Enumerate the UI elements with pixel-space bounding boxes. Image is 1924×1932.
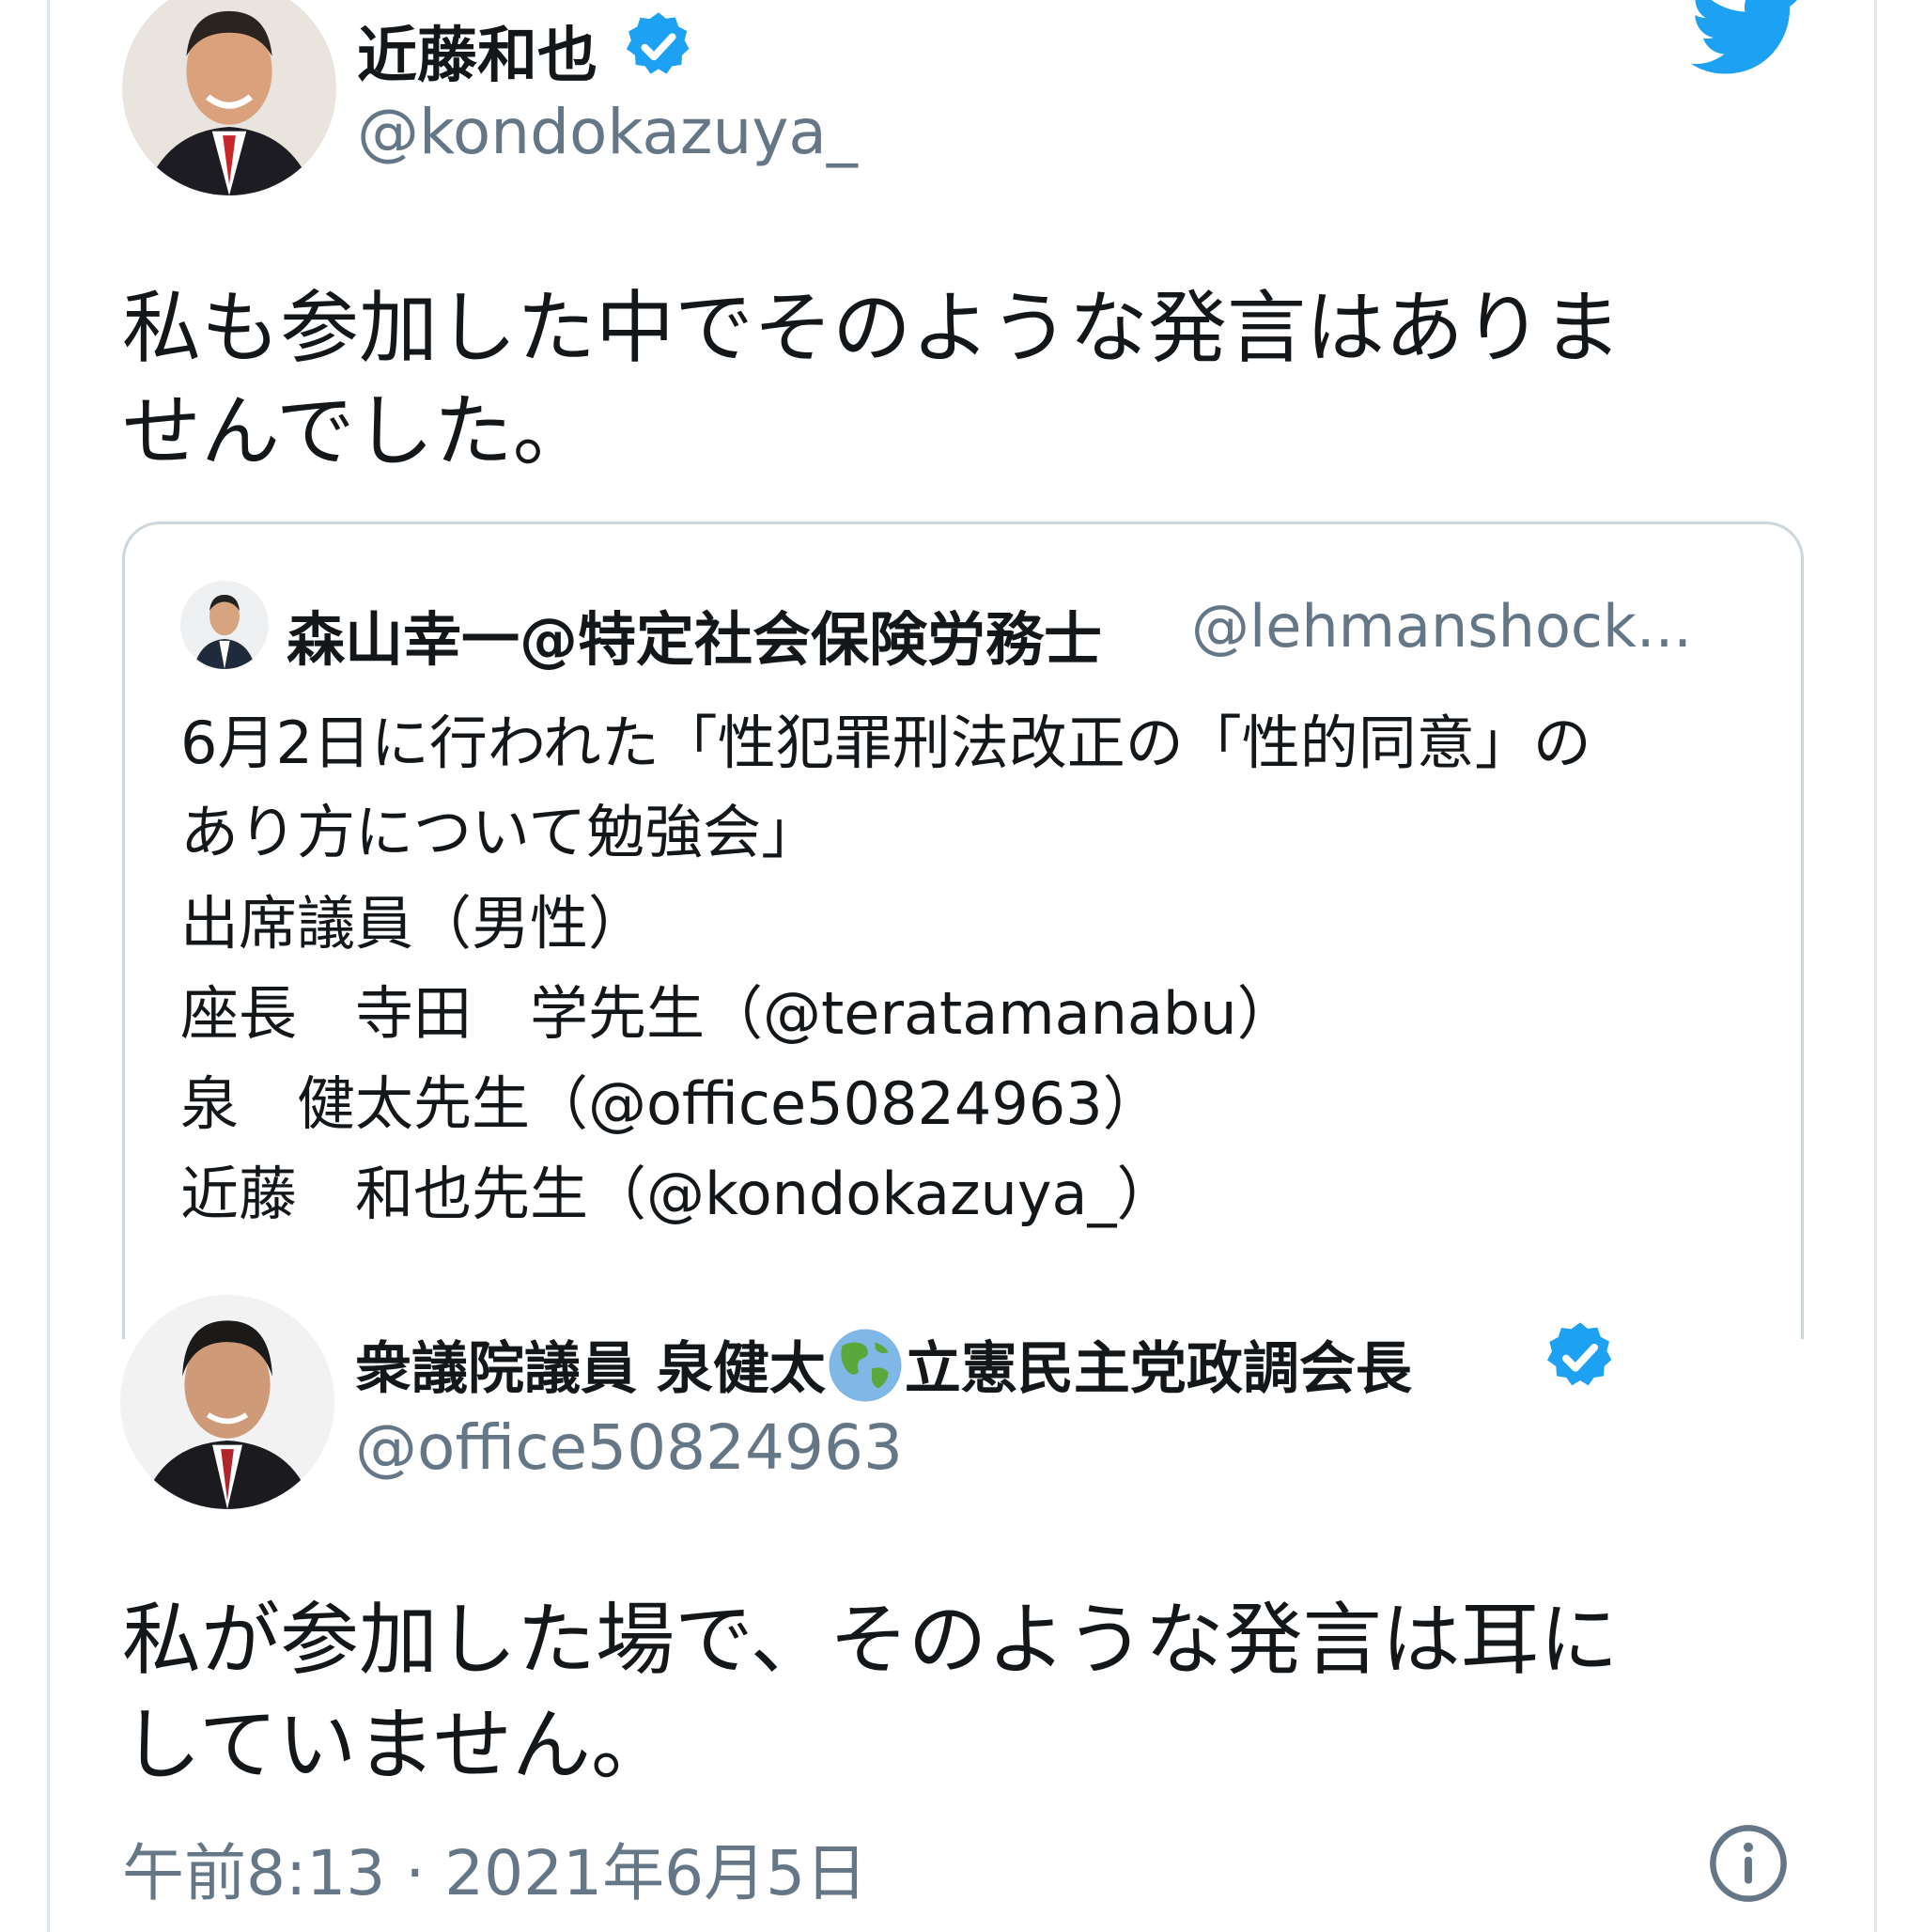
timestamp[interactable]: 午前8:13 · 2021年6月5日 bbox=[122, 1823, 867, 1913]
quoted-text-line: あり方について勉強会」 bbox=[180, 798, 820, 866]
twitter-bird-icon[interactable] bbox=[1690, 0, 1804, 84]
globe-asia-icon bbox=[826, 1326, 905, 1419]
tweet-text-line: していません。 bbox=[122, 1699, 670, 1791]
quoted-user-handle[interactable]: @lehmanshock... bbox=[1191, 592, 1692, 661]
verified-badge-icon bbox=[1543, 1319, 1618, 1398]
quoted-text-line: 座長 寺田 学先生（@teratamanabu） bbox=[180, 979, 1296, 1048]
display-name[interactable]: 近藤和也 bbox=[357, 8, 597, 94]
quoted-avatar[interactable] bbox=[180, 581, 269, 669]
tweet-text-line: 私が参加した場で、そのような発言は耳に bbox=[122, 1594, 1619, 1686]
display-name[interactable]: 衆議院議員 泉健太 立憲民主党政調会長 bbox=[355, 1323, 1412, 1419]
quoted-display-name[interactable]: 森山幸一@特定社会保険労務士 bbox=[287, 592, 1102, 677]
quoted-text-line: 出席議員（男性） bbox=[180, 889, 647, 958]
quoted-text-line: 6月2日に行われた「性犯罪刑法改正の「性的同意」の bbox=[180, 709, 1591, 777]
quoted-text-line: 泉 健太先生（@office50824963） bbox=[180, 1069, 1161, 1138]
user-handle[interactable]: @office50824963 bbox=[355, 1411, 903, 1484]
display-name-part: 衆議院議員 泉健太 bbox=[355, 1336, 826, 1402]
info-icon[interactable] bbox=[1708, 1823, 1789, 1908]
tweet-text-line: 私も参加した中でそのような発言はありま bbox=[122, 282, 1622, 374]
user-handle[interactable]: @kondokazuya_ bbox=[357, 96, 858, 168]
verified-badge-icon bbox=[622, 9, 695, 86]
tweet-text-line: せんでした。 bbox=[122, 385, 592, 477]
avatar[interactable] bbox=[120, 1295, 334, 1509]
display-name-part: 立憲民主党政調会長 bbox=[904, 1336, 1412, 1402]
quoted-text-line: 近藤 和也先生（@kondokazuya_） bbox=[180, 1160, 1175, 1228]
